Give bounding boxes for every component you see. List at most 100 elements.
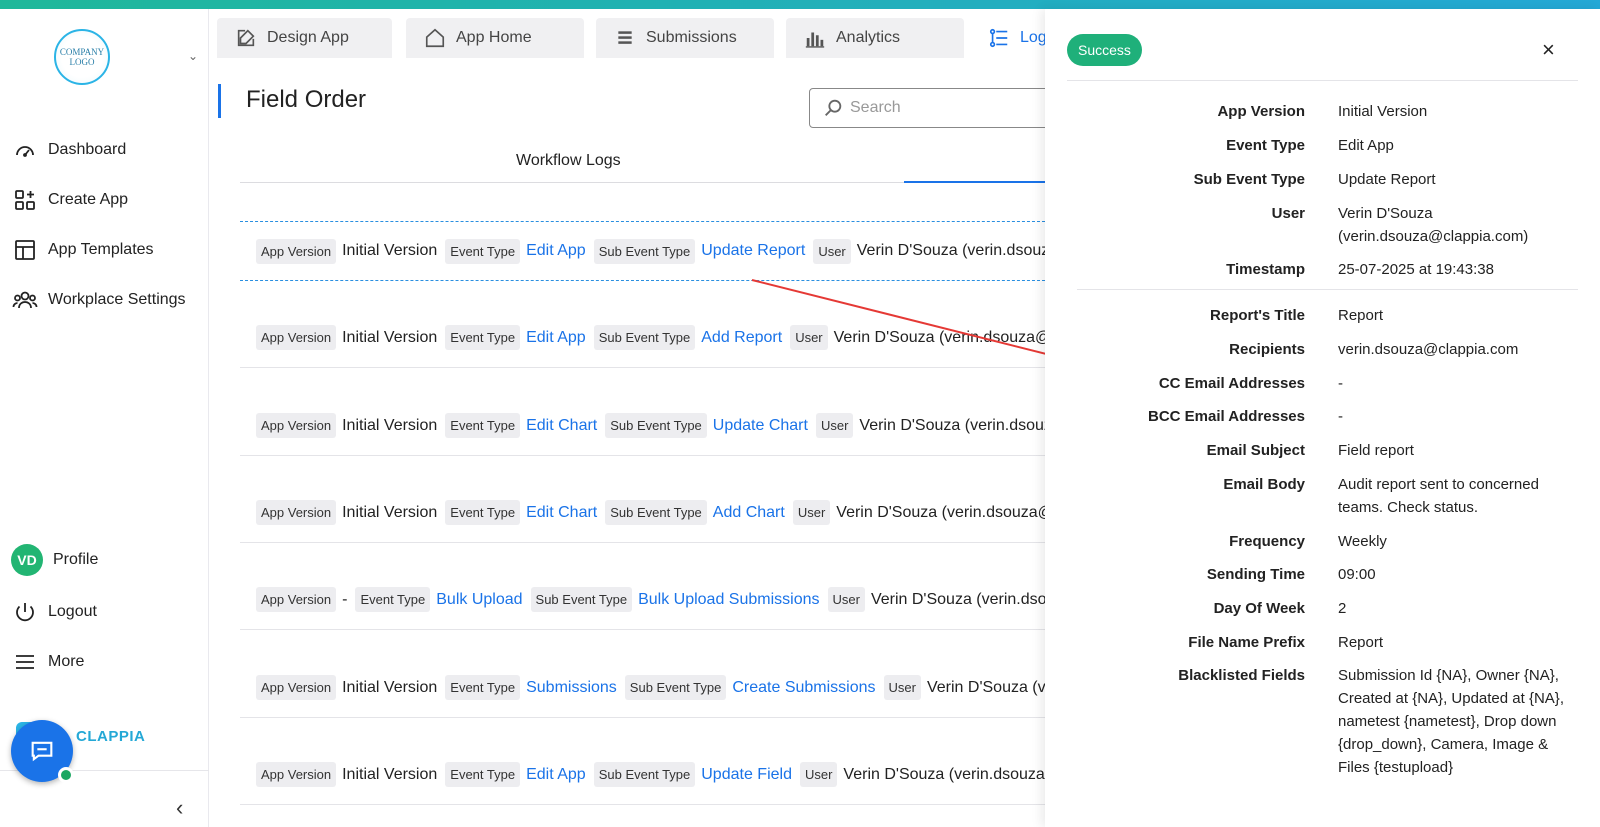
sub-event-type-link[interactable]: Create Submissions [732,679,875,697]
sidebar-item-logout[interactable]: Logout [12,597,97,627]
log-row[interactable]: App Version Initial Version Event Type Edit… [240,308,1045,368]
detail-label: Sending Time [1206,566,1305,583]
event-type-link[interactable]: Bulk Upload [436,591,522,609]
sub-event-type-link[interactable]: Bulk Upload Submissions [638,591,819,609]
create-app-icon [12,187,38,213]
detail-label: Event Type [1226,137,1305,154]
search-input[interactable] [850,99,1030,117]
detail-label: Report's Title [1210,307,1305,324]
detail-label: Sub Event Type [1193,171,1305,188]
event-type-link[interactable]: Edit App [526,242,586,260]
log-row[interactable]: App Version Initial Version Event Type Edit… [240,483,1045,543]
user-chip: User [883,675,921,700]
title-accent [218,84,221,118]
event-type-link[interactable]: Edit App [526,329,586,347]
event-type-link[interactable]: Edit App [526,766,586,784]
sidebar-item-profile[interactable]: VD Profile [11,543,98,577]
event-type-chip: Event Type [445,238,521,264]
tab-workflow-logs[interactable]: Workflow Logs [516,152,621,170]
event-type-link[interactable]: Edit Chart [526,504,597,522]
event-type-chip: Event Type [445,325,521,350]
app-version-value: Initial Version [342,503,438,521]
status-badge: Success [1067,34,1142,66]
menu-icon [12,649,38,675]
panel-divider [1067,80,1578,81]
app-version-chip: App Version [256,500,337,525]
detail-label: File Name Prefix [1188,634,1305,651]
user-chip: User [790,325,828,350]
tab-analytics[interactable]: Analytics [786,18,964,58]
main-content: Field Order Workflow Logs App Version Ini… [210,58,1059,827]
log-row[interactable]: App Version Initial Version Event Type Edit… [240,221,1045,281]
detail-label: Blacklisted Fields [1178,667,1305,684]
detail-value: Initial Version [1338,103,1428,120]
detail-value: Edit App [1338,137,1394,154]
online-status-dot [58,767,74,783]
event-type-chip: Event Type [355,587,431,612]
sidebar-item-dashboard[interactable]: Dashboard [12,135,126,165]
detail-value: - [1338,408,1343,425]
chat-icon [31,741,53,762]
sub-event-type-link[interactable]: Update Field [701,766,792,784]
event-type-chip: Event Type [445,413,521,438]
user-chip: User [827,587,865,612]
tab-design-app[interactable]: Design App [217,18,392,58]
detail-label: CC Email Addresses [1158,375,1305,392]
sidebar-item-more[interactable]: More [12,647,84,677]
tab-app-home[interactable]: App Home [406,18,584,58]
chevron-down-icon[interactable]: ⌄ [188,49,198,63]
sub-event-type-chip: Sub Event Type [593,762,696,787]
sub-event-type-link[interactable]: Add Report [701,329,782,347]
log-row[interactable]: App Version - Event Type Bulk Upload Sub Eve… [240,570,1045,630]
tab-logs[interactable]: Log [972,18,1045,58]
app-version-chip: App Version [256,413,337,438]
log-row[interactable]: App Version Initial Version Event Type Subm… [240,658,1045,718]
app-version-value: Initial Version [342,416,438,434]
log-row[interactable]: App Version Initial Version Event Type Edit… [240,396,1045,456]
user-chip: User [799,762,838,787]
event-type-link[interactable]: Submissions [526,679,617,697]
event-type-chip: Event Type [445,500,521,525]
detail-value: 2 [1338,600,1347,617]
sub-event-type-link[interactable]: Update Report [701,242,805,260]
sub-event-type-chip: Sub Event Type [593,238,696,264]
close-icon[interactable]: × [1542,37,1555,63]
detail-label: BCC Email Addresses [1147,408,1305,425]
brand-text: CLAPPIA [76,727,146,745]
detail-label: App Version [1217,103,1305,120]
detail-label: Email Subject [1206,442,1305,459]
templates-icon [12,237,38,263]
detail-value: Field report [1338,442,1414,459]
avatar: VD [11,544,43,576]
user-chip: User [792,500,831,525]
detail-label: Day Of Week [1213,600,1305,617]
sidebar-item-app-templates[interactable]: App Templates [12,235,154,265]
user-value: Verin D'Souza (verin.dsouza@c [833,328,1045,346]
sidebar-item-workplace-settings[interactable]: Workplace Settings [12,285,186,315]
event-type-link[interactable]: Edit Chart [526,417,597,435]
app-version-chip: App Version [256,325,337,350]
user-value: Verin D'Souza (ver [926,678,1045,696]
user-chip: User [813,238,851,264]
company-logo[interactable]: COMPANY LOGO [54,29,110,85]
sub-event-type-link[interactable]: Add Chart [713,504,785,522]
tab-label: Design App [267,29,349,46]
top-accent-bar [0,0,1600,9]
detail-value: Verin D'Souza (verin.dsouza@clappia.com) [1338,205,1529,245]
search-icon [825,99,842,116]
log-row[interactable]: App Version Initial Version Event Type Edit… [240,745,1045,805]
logs-icon [988,27,1010,49]
detail-label: Email Body [1223,476,1305,493]
collapse-sidebar-icon[interactable]: ‹ [176,795,183,821]
page-title: Field Order [246,86,367,113]
detail-label: Frequency [1229,533,1305,550]
sidebar-item-create-app[interactable]: Create App [12,185,128,215]
detail-label: User [1271,205,1305,222]
detail-value: Report [1338,634,1384,651]
sub-event-type-link[interactable]: Update Chart [713,417,808,435]
tab-label: Submissions [646,29,737,46]
tab-label: Log [1020,29,1045,46]
tab-submissions[interactable]: Submissions [596,18,774,58]
detail-value: Weekly [1338,533,1387,550]
users-icon [12,287,38,313]
